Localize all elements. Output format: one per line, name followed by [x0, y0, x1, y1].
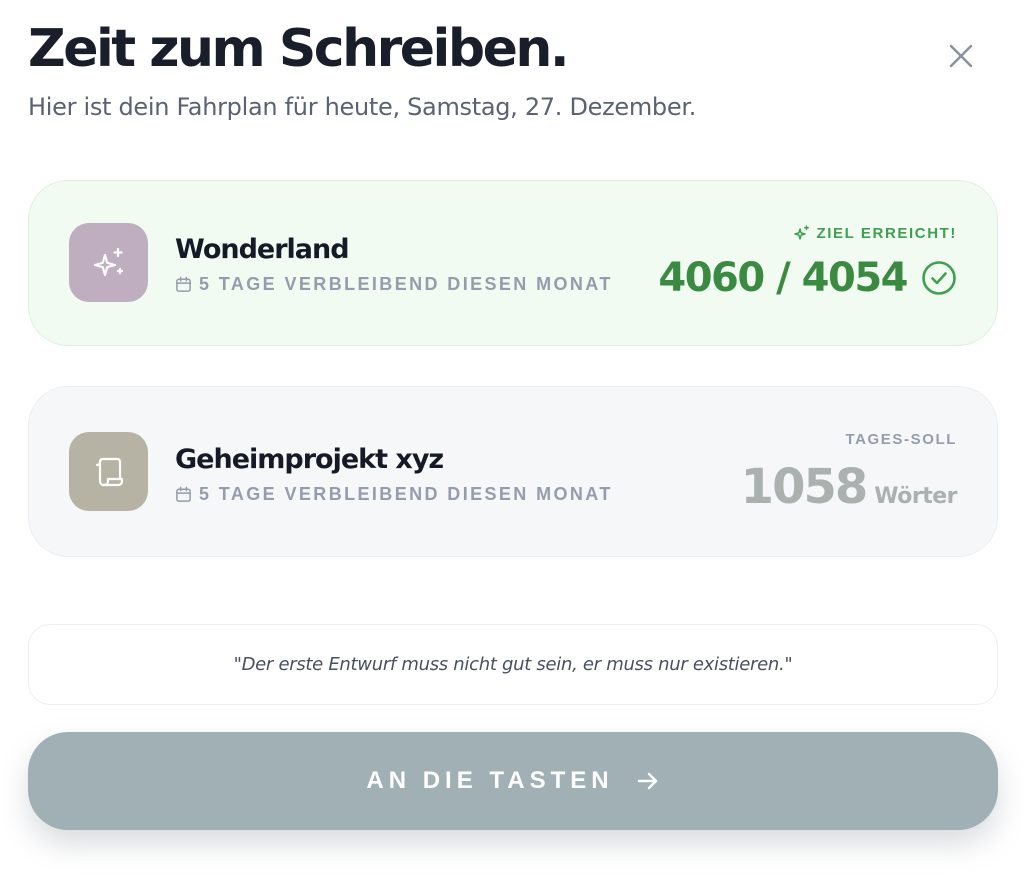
- sparkles-icon: [93, 247, 123, 276]
- daily-target-unit: Wörter: [874, 484, 957, 509]
- sparkles-icon: [793, 225, 809, 240]
- project-icon-tile: [69, 432, 148, 511]
- project-name: Wonderland: [175, 234, 350, 265]
- project-card-geheimprojekt[interactable]: Geheimprojekt xyz 5 TAGE VERBLEIBEND DIE…: [28, 386, 998, 557]
- project-card-wonderland[interactable]: Wonderland 5 TAGE VERBLEIBEND DIESEN MON…: [28, 180, 998, 346]
- word-progress: 4060 / 4054: [658, 253, 957, 303]
- close-button[interactable]: [940, 35, 982, 77]
- writing-plan-dialog: Zeit zum Schreiben. Hier ist dein Fahrpl…: [0, 0, 1024, 881]
- quote-box: "Der erste Entwurf muss nicht gut sein, …: [28, 624, 998, 705]
- days-remaining-text: 5 TAGE VERBLEIBEND DIESEN MONAT: [199, 484, 613, 504]
- close-icon: [949, 44, 973, 68]
- scroll-icon: [95, 457, 123, 486]
- calendar-icon: [176, 486, 191, 502]
- goal-reached-badge: ZIEL ERREICHT!: [793, 224, 957, 242]
- project-deadline: 5 TAGE VERBLEIBEND DIESEN MONAT: [175, 484, 613, 505]
- daily-target: 1058 Wörter: [740, 457, 958, 517]
- start-writing-button[interactable]: AN DIE TASTEN: [28, 732, 998, 830]
- calendar-icon: [176, 276, 191, 292]
- check-circle-icon: [922, 261, 956, 295]
- project-deadline: 5 TAGE VERBLEIBEND DIESEN MONAT: [175, 274, 613, 295]
- project-name: Geheimprojekt xyz: [175, 444, 444, 475]
- start-writing-label: AN DIE TASTEN: [366, 767, 614, 794]
- page-subtitle: Hier ist dein Fahrplan für heute, Samsta…: [28, 93, 697, 121]
- goal-reached-label: ZIEL ERREICHT!: [816, 224, 957, 242]
- word-count-progress: 4060 / 4054: [658, 255, 908, 301]
- arrow-right-icon: [637, 772, 657, 790]
- page-title: Zeit zum Schreiben.: [28, 19, 570, 79]
- project-icon-tile: [69, 223, 148, 302]
- days-remaining-text: 5 TAGE VERBLEIBEND DIESEN MONAT: [199, 274, 613, 294]
- motivational-quote: "Der erste Entwurf muss nicht gut sein, …: [233, 654, 793, 675]
- daily-target-value: 1058: [740, 459, 869, 515]
- daily-target-label: TAGES-SOLL: [845, 431, 957, 448]
